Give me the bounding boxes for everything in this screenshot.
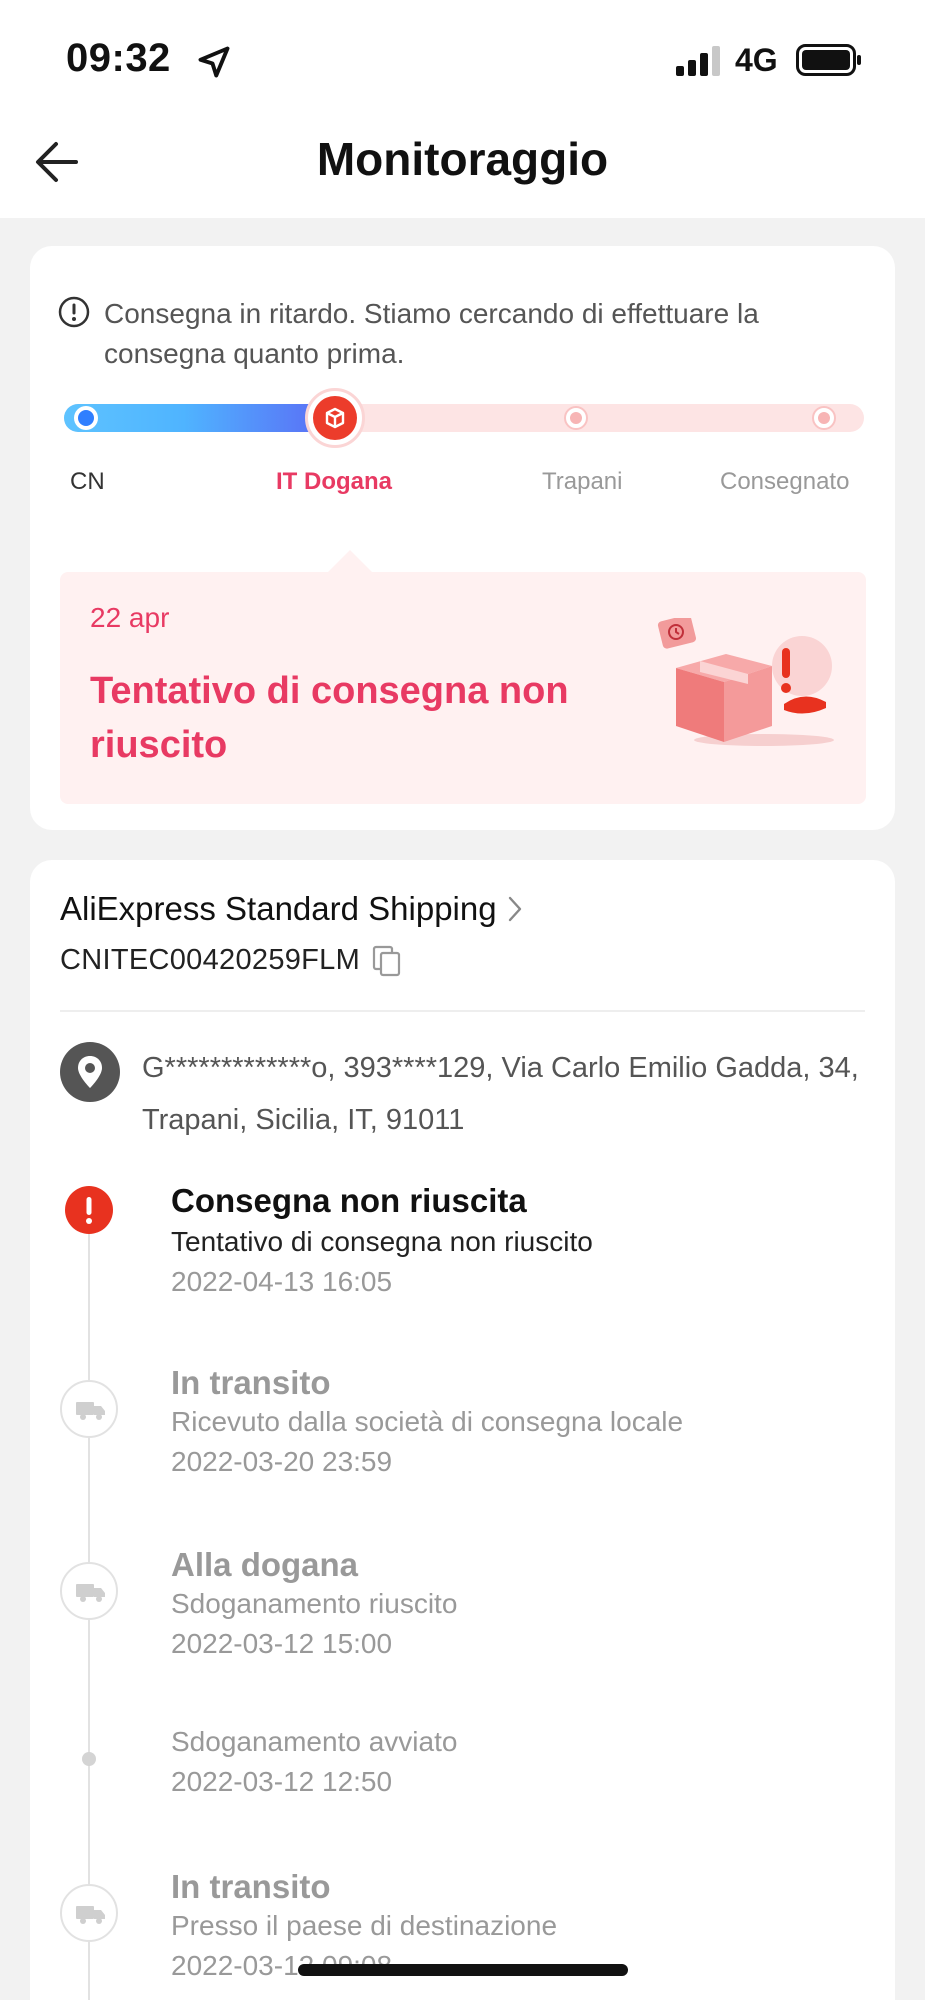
alert-icon [65,1186,113,1234]
tracking-number: CNITEC00420259FLM [60,944,361,976]
event-description: Ricevuto dalla società di consegna local… [171,1406,684,1437]
location-pin-icon [60,1042,120,1102]
event-title: Consegna non riuscita [171,1182,527,1219]
copy-icon[interactable] [372,945,402,977]
truck-icon [60,1562,118,1620]
network-type: 4G [735,42,778,78]
status-date: 22 apr [90,602,170,633]
delay-alert: Consegna in ritardo. Stiamo cercando di … [58,294,855,374]
carrier-link[interactable]: AliExpress Standard Shipping [60,890,525,928]
chevron-right-icon [508,896,521,922]
address-text: G*************o, 393****129, Via Carlo E… [142,1052,859,1136]
event-title: Alla dogana [171,1546,359,1583]
status-time: 09:32 [66,36,171,80]
shipping-details-card: AliExpress Standard Shipping CNITEC00420… [30,860,895,2000]
event-time: 2022-03-12 12:50 [171,1766,393,1797]
info-icon [58,296,90,328]
carrier-name: AliExpress Standard Shipping [60,890,497,927]
failed-delivery-box-illustration [657,618,834,746]
battery-icon [796,44,861,76]
truck-icon [60,1380,118,1438]
signal-icon [676,46,720,76]
event-description: Sdoganamento avviato [171,1726,458,1757]
step-node-current [305,388,365,448]
event-title: In transito [171,1364,331,1401]
tracking-number-row: CNITEC00420259FLM [60,944,402,977]
step-label-trapani: Trapani [542,468,623,495]
event-time: 2022-03-20 23:59 [171,1446,393,1477]
latest-status-panel: 22 apr Tentativo di consegna non riuscit… [60,550,866,804]
step-label-cn: CN [70,468,105,495]
event-time: 2022-03-12 15:00 [171,1628,393,1659]
tracking-progress-card: Consegna in ritardo. Stiamo cercando di … [30,246,895,830]
location-arrow-icon [198,46,230,78]
progress-fill [64,404,330,432]
customs-package-icon [325,407,345,429]
truck-icon [60,1884,118,1942]
status-bar: 09:32 4G [0,0,925,110]
delay-alert-text: Consegna in ritardo. Stiamo cercando di … [104,298,759,369]
step-node-consegnato [812,406,836,430]
event-description: Presso il paese di destinazione [171,1910,558,1941]
page-title: Monitoraggio [316,133,609,185]
step-label-it-dogana: IT Dogana [276,468,393,495]
progress-bar [64,388,864,448]
step-node-cn [74,406,98,430]
status-title: Tentativo di consegna non riuscito [90,670,569,766]
event-time: 2022-04-13 16:05 [171,1266,393,1297]
event-description: Sdoganamento riuscito [171,1588,458,1619]
step-node-trapani [564,406,588,430]
event-description: Tentativo di consegna non riuscito [171,1226,593,1257]
home-indicator[interactable] [298,1964,628,1976]
event-title: In transito [171,1868,331,1905]
step-label-consegnato: Consegnato [720,468,850,495]
divider [60,1010,865,1012]
nav-bar: Monitoraggio [0,110,925,218]
timeline-dot [82,1752,96,1766]
